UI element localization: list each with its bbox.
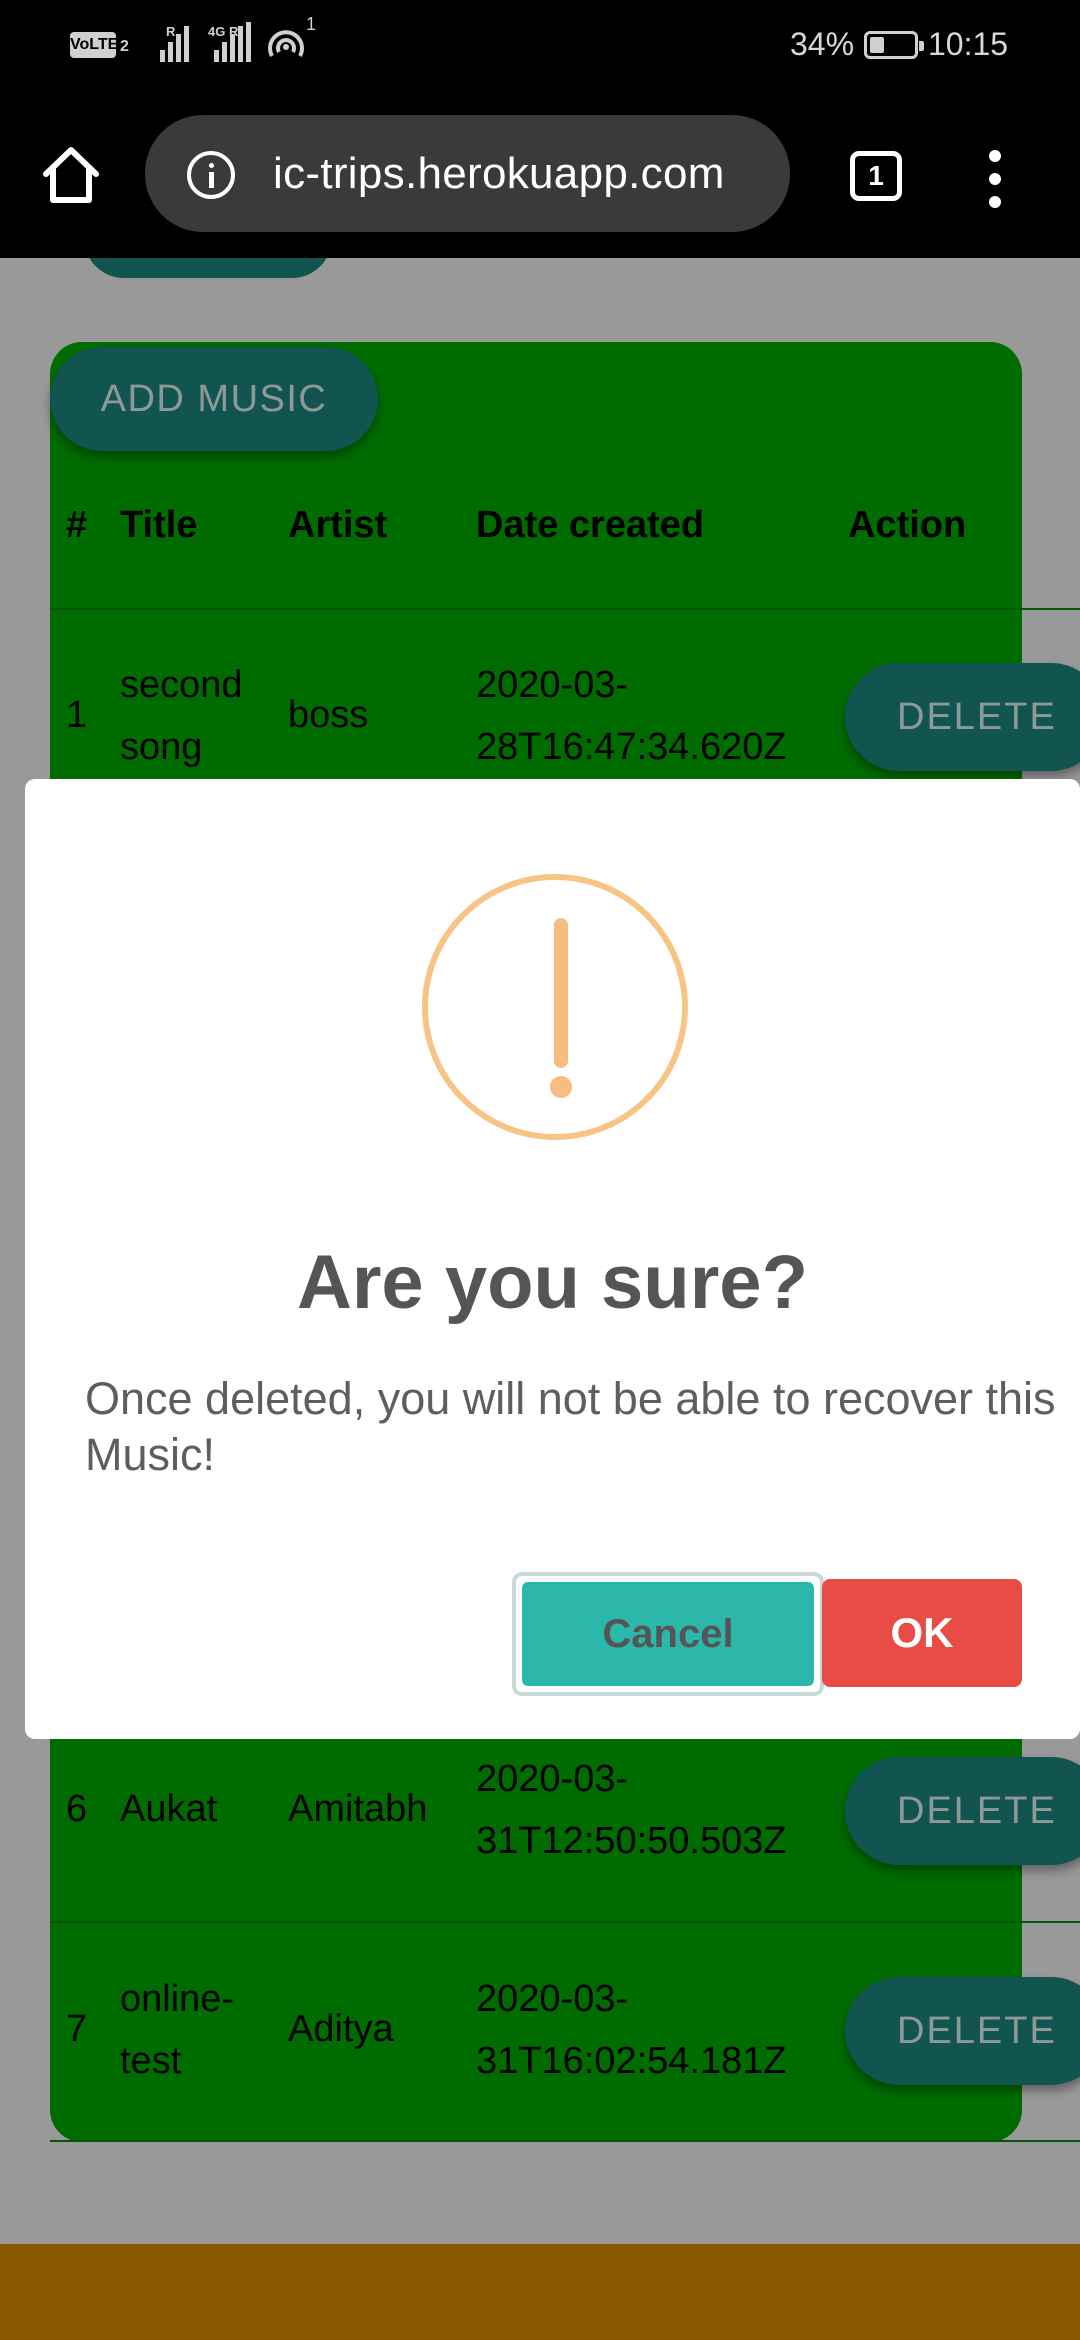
home-icon[interactable] (40, 144, 102, 206)
network-tag-r: R (166, 24, 176, 39)
dialog-message: Once deleted, you will not be able to re… (85, 1373, 1056, 1480)
battery-icon (864, 31, 924, 59)
tab-switcher-button[interactable]: 1 (850, 151, 902, 201)
battery-fill (870, 37, 884, 53)
confirm-dialog: Are you sure? Once deleted, you will not… (25, 779, 1080, 1739)
network-tag-4g: 4G R (208, 24, 239, 39)
ok-button[interactable]: OK (822, 1579, 1022, 1687)
hotspot-icon (268, 30, 304, 57)
battery-percent: 34% (790, 26, 855, 62)
warning-icon (422, 874, 688, 1140)
dialog-title: Are you sure? (296, 1240, 809, 1325)
browser-toolbar: ic-trips.herokuapp.com 1 (0, 88, 1080, 258)
url-bar[interactable]: ic-trips.herokuapp.com (145, 115, 790, 232)
cancel-button-focus-ring: Cancel (512, 1572, 824, 1696)
status-bar: VoLTE 2 R 4G R 1 34% 10:15 (0, 0, 1080, 88)
cancel-button[interactable]: Cancel (522, 1582, 814, 1686)
hotspot-count: 1 (306, 14, 317, 34)
sim-number: 2 (120, 38, 129, 55)
volte-indicator: VoLTE 2 (70, 30, 134, 60)
more-options-icon[interactable] (980, 144, 1010, 214)
volte-label: VoLTE (70, 32, 118, 58)
clock: 10:15 (928, 26, 1009, 62)
url-text[interactable]: ic-trips.herokuapp.com (273, 149, 725, 199)
info-icon[interactable] (187, 151, 235, 199)
